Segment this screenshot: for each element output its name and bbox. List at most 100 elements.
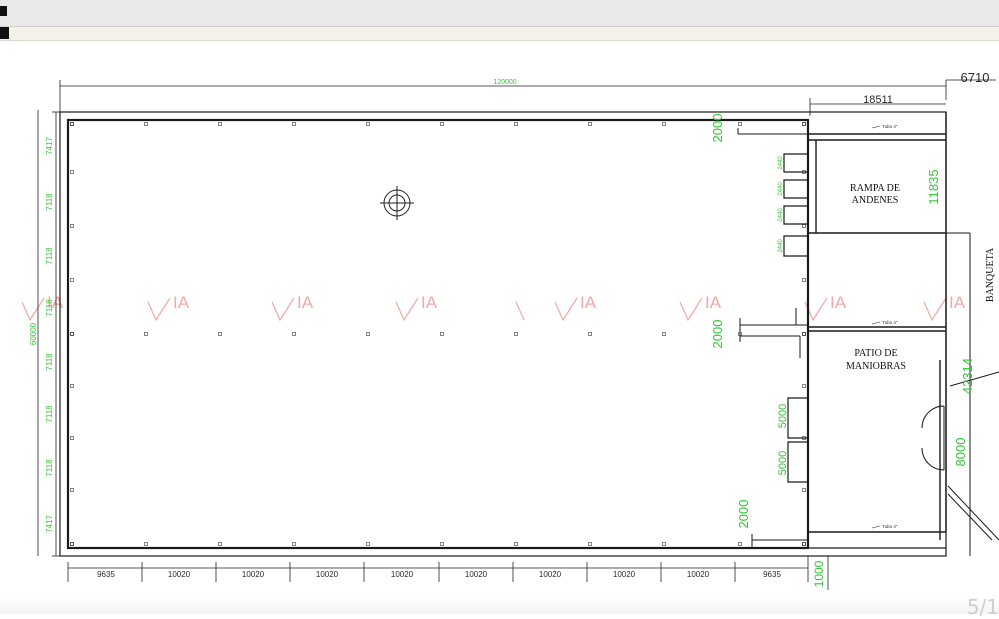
column-marker	[70, 332, 74, 336]
svg-text:IA: IA	[421, 293, 438, 312]
column-marker	[802, 122, 806, 126]
bottom-dim: 10020	[613, 570, 636, 579]
room-label-ramp: RAMPA DE	[850, 183, 900, 194]
room-label-patio-line2: MANIOBRAS	[846, 361, 906, 372]
left-dim: 7118	[45, 247, 54, 265]
room-label-patio: PATIO DE	[854, 348, 897, 359]
column-marker	[366, 122, 370, 126]
overall-depth-dim: 60000	[29, 322, 38, 345]
column-marker	[70, 384, 74, 388]
column-marker	[144, 332, 148, 336]
column-marker	[292, 122, 296, 126]
right-strip-width-dim: 6710	[961, 70, 990, 85]
bottom-dim: 10020	[465, 570, 488, 579]
column-marker	[70, 542, 74, 546]
column-markers	[70, 122, 806, 546]
left-dim: 7417	[45, 515, 54, 533]
green-dims: 2000 2000 2000 11835 42314 5000 5000 800…	[710, 114, 975, 588]
watermark: IA	[147, 293, 190, 322]
column-marker	[514, 332, 518, 336]
left-segment-dims: 7417 7118 7118 7118 7118 7118 7118 7417	[45, 137, 54, 533]
watermark: IA	[923, 293, 966, 322]
column-marker	[588, 122, 592, 126]
bottom-offset-dim: 1000	[812, 560, 826, 587]
column-marker	[440, 122, 444, 126]
gate-dim: 8000	[953, 438, 968, 467]
right-top-width-dim: 18511	[863, 94, 893, 106]
left-dim: 7118	[45, 405, 54, 423]
column-marker	[70, 488, 74, 492]
watermark: IA	[271, 293, 314, 322]
dock-dim: 2440	[778, 182, 784, 196]
column-marker	[218, 122, 222, 126]
gap-dim-bottom: 2000	[736, 500, 751, 529]
drain-label: Tubo 4"	[882, 320, 898, 325]
column-marker	[70, 436, 74, 440]
column-marker	[588, 332, 592, 336]
right-side-walls	[737, 112, 947, 548]
column-marker	[70, 122, 74, 126]
dock-door-dims: 2440 2440 2440 2440	[778, 156, 784, 253]
svg-text:IA: IA	[173, 293, 190, 312]
column-marker	[588, 542, 592, 546]
column-marker	[366, 542, 370, 546]
bottom-dim: 10020	[168, 570, 191, 579]
watermark-group: IA IA IA IA IA IA IA IA	[21, 293, 966, 322]
bottom-dim: 10020	[242, 570, 265, 579]
door-dim: 5000	[777, 451, 789, 475]
column-marker	[70, 170, 74, 174]
patio-height-dim: 42314	[960, 358, 975, 394]
column-marker	[802, 488, 806, 492]
left-dim: 7118	[45, 353, 54, 371]
bottom-dim: 10020	[316, 570, 339, 579]
floor-plan-drawing: IA IA IA IA IA IA IA IA 120000 6710 1851…	[21, 70, 999, 590]
left-dim: 7118	[45, 299, 54, 317]
gap-dim-mid: 2000	[710, 320, 725, 349]
column-marker	[738, 542, 742, 546]
bottom-dim: 10020	[687, 570, 710, 579]
column-marker	[70, 332, 74, 336]
column-marker	[70, 122, 74, 126]
column-marker	[662, 122, 666, 126]
column-marker	[802, 542, 806, 546]
column-marker	[70, 542, 74, 546]
bottom-dim: 10020	[391, 570, 414, 579]
column-marker	[662, 542, 666, 546]
svg-text:IA: IA	[830, 293, 847, 312]
column-marker	[802, 122, 806, 126]
watermark: IA	[395, 293, 438, 322]
column-marker	[440, 332, 444, 336]
column-marker	[802, 332, 806, 336]
door-dim: 5000	[777, 404, 789, 428]
dock-dim: 2440	[778, 208, 784, 222]
column-marker	[514, 122, 518, 126]
bottom-dim: 9635	[97, 570, 115, 579]
dock-dim: 2440	[778, 239, 784, 253]
watermark: IA	[804, 293, 847, 322]
overall-length-dim: 120000	[493, 79, 516, 86]
column-marker	[292, 542, 296, 546]
top-dimension-line	[59, 79, 996, 120]
column-marker	[440, 542, 444, 546]
column-marker	[70, 278, 74, 282]
gap-dim-top: 2000	[710, 114, 725, 143]
bottom-dim: 9635	[763, 570, 781, 579]
page-indicator: 5/1	[966, 595, 999, 619]
svg-text:IA: IA	[297, 293, 314, 312]
left-dim: 7118	[45, 459, 54, 477]
column-marker	[802, 384, 806, 388]
viewer-bottom-shade	[0, 596, 999, 614]
left-dim: 7417	[45, 137, 54, 155]
watermark: IA	[21, 293, 64, 322]
column-marker	[802, 278, 806, 282]
svg-text:IA: IA	[580, 293, 597, 312]
column-marker	[802, 542, 806, 546]
watermark-fragment	[515, 301, 525, 321]
drain-label: Tubo 4"	[882, 524, 898, 529]
column-marker	[292, 332, 296, 336]
ramp-height-dim: 11835	[926, 169, 941, 204]
building-outline	[59, 111, 947, 557]
svg-text:IA: IA	[949, 293, 966, 312]
bottom-dim: 10020	[539, 570, 562, 579]
north-arrow-icon	[380, 186, 414, 220]
